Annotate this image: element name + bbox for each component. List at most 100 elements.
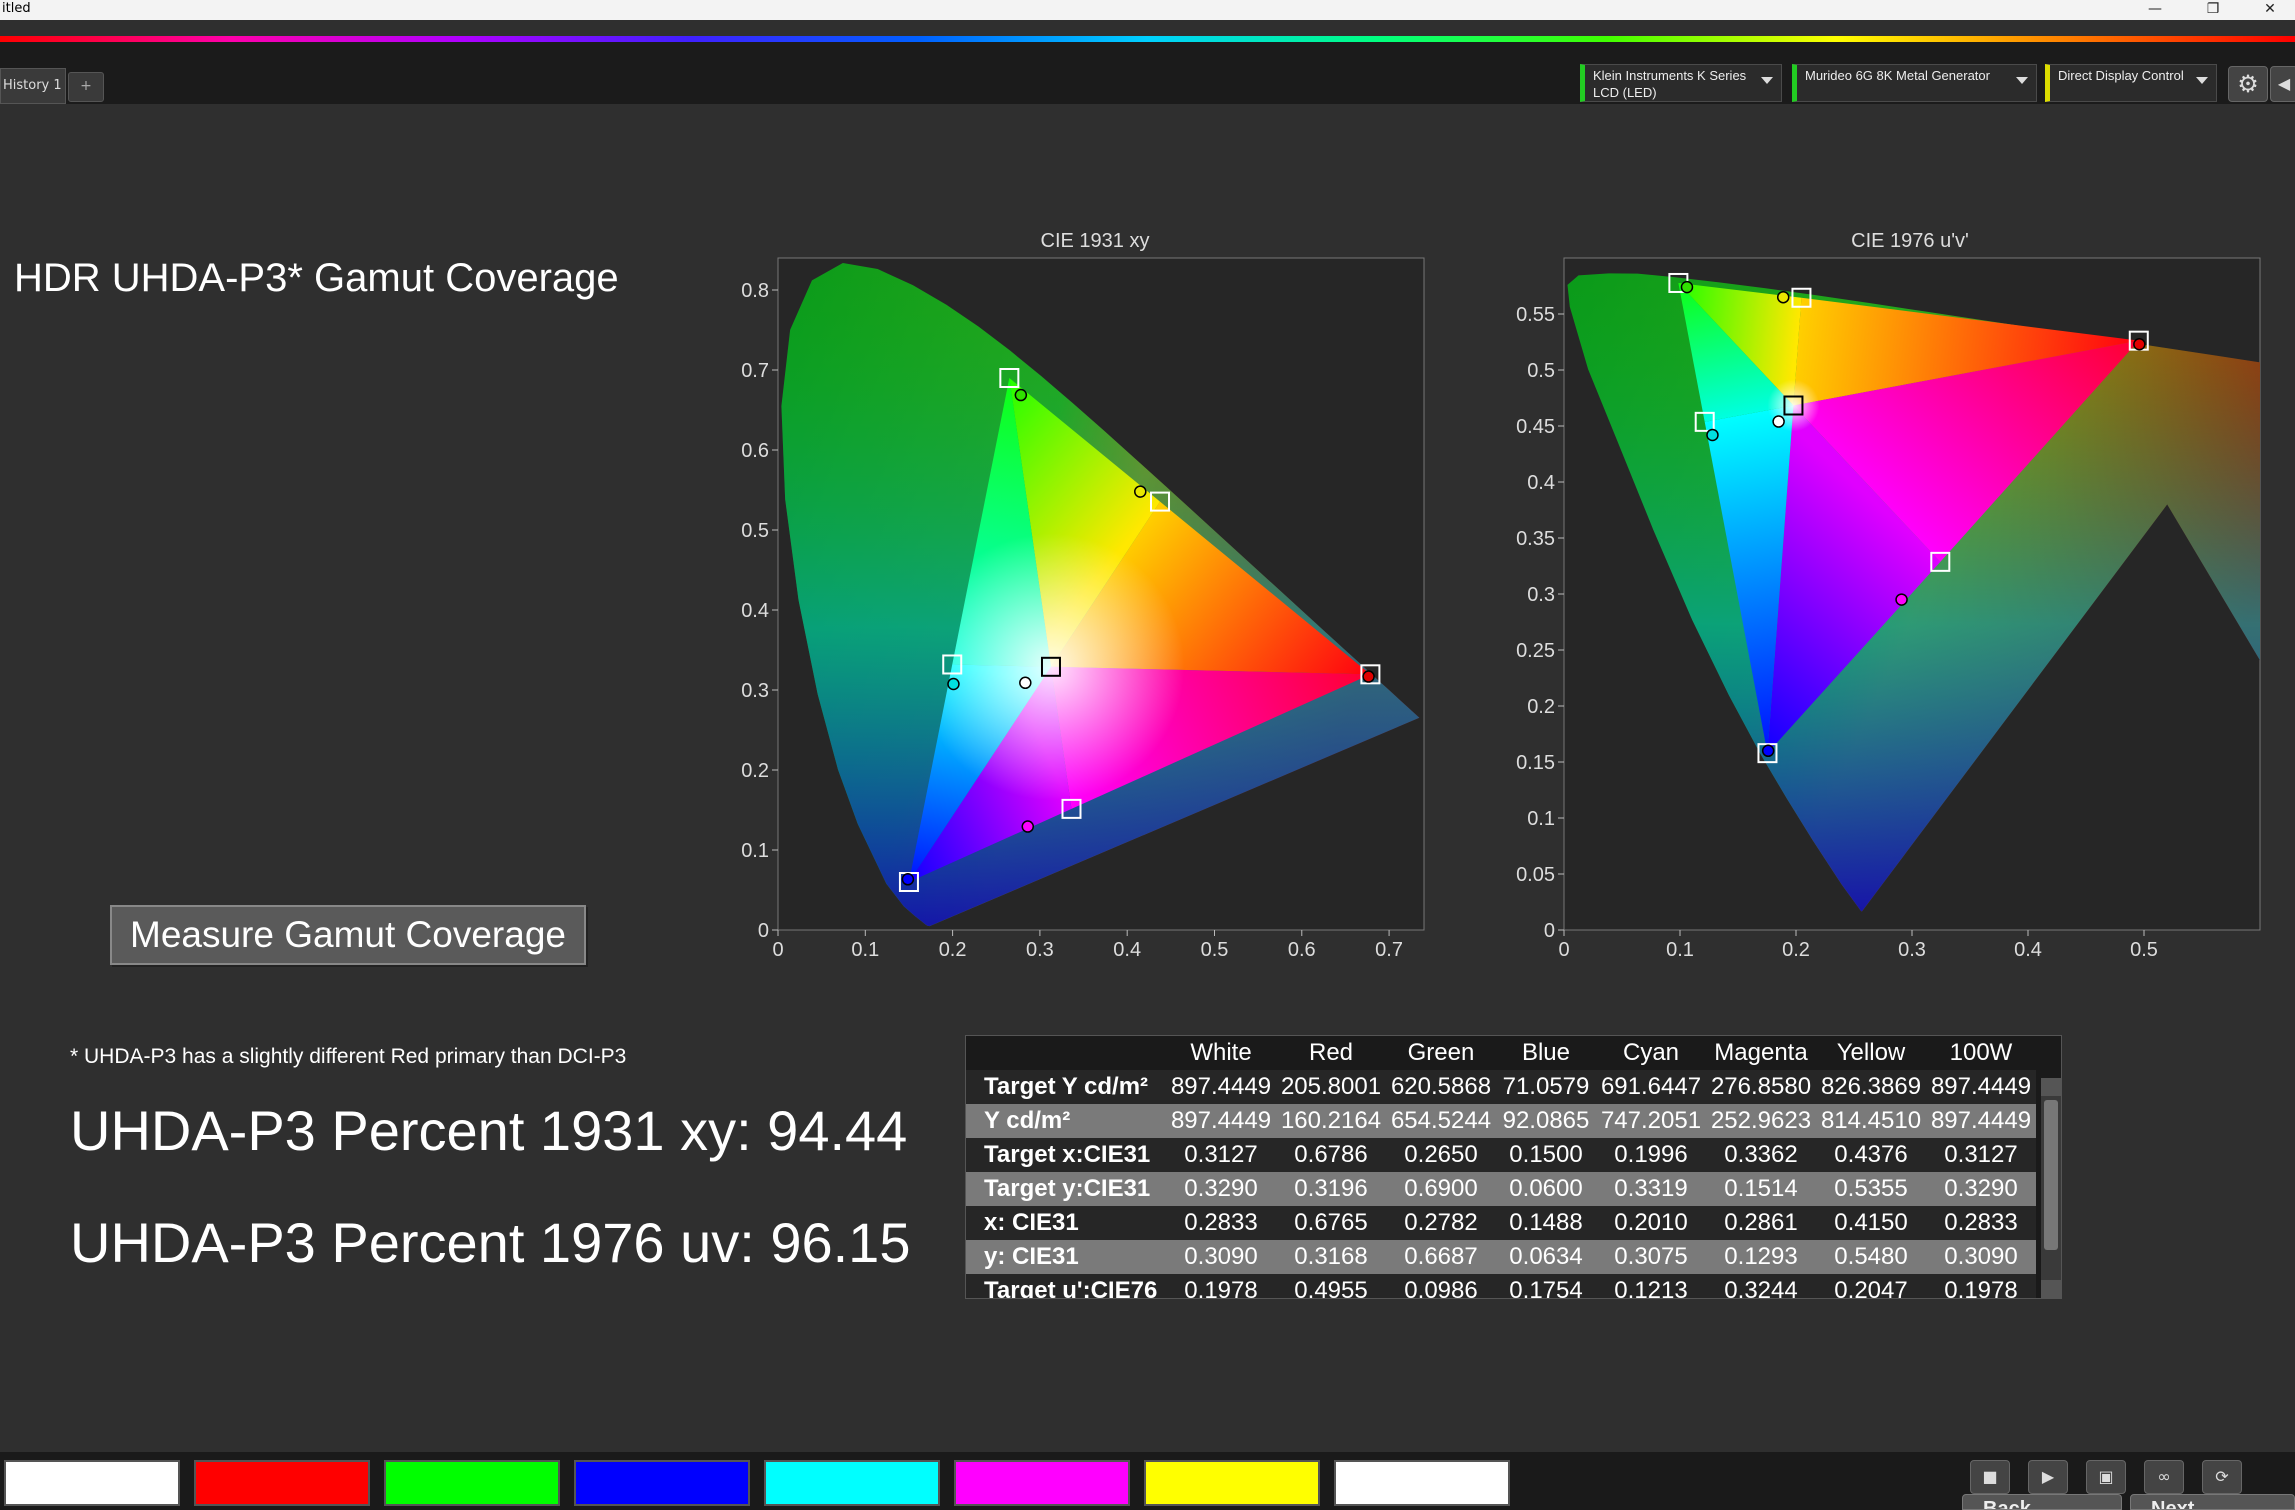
- gear-icon[interactable]: ⚙: [2228, 66, 2268, 102]
- column-header: Green: [1407, 1039, 1475, 1066]
- patch-white[interactable]: [4, 1460, 180, 1506]
- table-cell: 0.1293: [1706, 1240, 1816, 1274]
- table-cell: 0.1978: [1166, 1274, 1276, 1298]
- y-tick-label: 0.8: [741, 280, 769, 302]
- table-cell: 0.3090: [1926, 1240, 2036, 1274]
- scrollbar-thumb[interactable]: [2044, 1100, 2058, 1250]
- x-tick-label: 0.3: [1898, 939, 1926, 961]
- table-cell: 276.8580: [1706, 1070, 1816, 1104]
- table-cell: 0.0986: [1386, 1274, 1496, 1298]
- scroll-up-icon[interactable]: [2041, 1078, 2061, 1096]
- table-cell: 0.0600: [1496, 1172, 1596, 1206]
- next-button[interactable]: Next: [2130, 1494, 2295, 1510]
- column-header: Magenta: [1714, 1039, 1808, 1066]
- measured-marker-green: [1680, 280, 1694, 294]
- measure-gamut-coverage-button[interactable]: Measure Gamut Coverage: [110, 905, 586, 965]
- y-tick-label: 0.7: [741, 360, 769, 382]
- table-row: Target x:CIE31 0.3127 0.6786 0.2650 0.1500 0.…: [966, 1138, 2036, 1172]
- table-cell: 252.9623: [1706, 1104, 1816, 1138]
- patch-green[interactable]: [384, 1460, 560, 1506]
- percent-1976-readout: UHDA-P3 Percent 1976 uv: 96.15: [70, 1211, 911, 1274]
- table-header-row: White Red Green Blue Cyan Magenta Yellow 100W: [966, 1036, 2036, 1070]
- measured-marker-white: [1019, 676, 1032, 690]
- patch-magenta[interactable]: [954, 1460, 1130, 1506]
- measured-marker-red: [1362, 670, 1375, 683]
- table-cell: 0.3362: [1706, 1138, 1816, 1172]
- sync-icon[interactable]: ⟳: [2202, 1460, 2242, 1494]
- y-tick-label: 0.15: [1516, 752, 1555, 774]
- measured-marker-magenta: [1895, 593, 1908, 606]
- table-row: x: CIE31 0.2833 0.6765 0.2782 0.1488 0.2010 0.…: [966, 1206, 2036, 1240]
- scroll-down-icon[interactable]: [2041, 1280, 2061, 1298]
- table-cell: 691.6447: [1596, 1070, 1706, 1104]
- chevron-down-icon: [2196, 77, 2208, 84]
- column-header: 100W: [1949, 1039, 2013, 1066]
- row-label: Target x:CIE31: [966, 1138, 1166, 1172]
- table-row: Target u':CIE76 0.1978 0.4955 0.0986 0.1754 0…: [966, 1274, 2036, 1298]
- close-button[interactable]: ✕: [2250, 0, 2290, 20]
- x-tick-label: 0.7: [1375, 939, 1403, 961]
- meter-selector[interactable]: Klein Instruments K Series LCD (LED): [1580, 64, 1782, 102]
- row-label: Target u':CIE76: [966, 1274, 1166, 1298]
- back-button[interactable]: Back: [1962, 1494, 2122, 1510]
- x-tick-label: 0.6: [1288, 939, 1316, 961]
- table-cell: 71.0579: [1496, 1070, 1596, 1104]
- table-cell: 0.2782: [1386, 1206, 1496, 1240]
- patch-yellow[interactable]: [1144, 1460, 1320, 1506]
- table-scrollbar[interactable]: [2041, 1078, 2061, 1298]
- x-tick-label: 0.2: [1782, 939, 1810, 961]
- table-row: Target y:CIE31 0.3290 0.3196 0.6900 0.0600 0.…: [966, 1172, 2036, 1206]
- row-label: Y cd/m²: [966, 1104, 1166, 1138]
- tab-history-1[interactable]: History 1: [0, 68, 66, 104]
- table-cell: 0.1500: [1496, 1138, 1596, 1172]
- loop-icon[interactable]: ∞: [2144, 1460, 2184, 1494]
- measured-marker-green: [1014, 388, 1028, 402]
- x-tick-label: 0.4: [2014, 939, 2042, 961]
- table-cell: 620.5868: [1386, 1070, 1496, 1104]
- y-tick-label: 0.1: [1527, 808, 1555, 830]
- x-tick-label: 0.4: [1113, 939, 1141, 961]
- table-cell: 0.2047: [1816, 1274, 1926, 1298]
- table-row: y: CIE31 0.3090 0.3168 0.6687 0.0634 0.3075 0.…: [966, 1240, 2036, 1274]
- table-cell: 0.1754: [1496, 1274, 1596, 1298]
- patch-blue[interactable]: [574, 1460, 750, 1506]
- table-cell: 0.3168: [1276, 1240, 1386, 1274]
- x-tick-label: 0.2: [939, 939, 967, 961]
- y-tick-label: 0.1: [741, 840, 769, 862]
- window-title: itled: [2, 1, 31, 16]
- table-cell: 0.0634: [1496, 1240, 1596, 1274]
- y-tick-label: 0.25: [1516, 640, 1555, 662]
- y-tick-label: 0.6: [741, 440, 769, 462]
- display-control-selector-label: Direct Display Control: [2058, 68, 2184, 83]
- table-cell: 0.4376: [1816, 1138, 1926, 1172]
- arrow-left-icon[interactable]: ◀: [2270, 66, 2295, 102]
- minimize-button[interactable]: —: [2135, 0, 2175, 20]
- play-icon[interactable]: ▶: [2028, 1460, 2068, 1494]
- add-tab-button[interactable]: +: [68, 72, 104, 102]
- patch-100w[interactable]: [1334, 1460, 1510, 1506]
- column-header: [966, 1036, 1166, 1070]
- y-tick-label: 0.3: [1527, 584, 1555, 606]
- table-cell: 0.3319: [1596, 1172, 1706, 1206]
- patch-red[interactable]: [194, 1460, 370, 1506]
- restore-button[interactable]: ❐: [2193, 0, 2233, 20]
- display-control-selector[interactable]: Direct Display Control: [2045, 64, 2217, 102]
- stop-icon[interactable]: ■: [1970, 1460, 2010, 1494]
- table-cell: 897.4449: [1166, 1104, 1276, 1138]
- table-cell: 747.2051: [1596, 1104, 1706, 1138]
- table-cell: 0.1514: [1706, 1172, 1816, 1206]
- x-tick-label: 0: [772, 939, 783, 961]
- table-cell: 0.3196: [1276, 1172, 1386, 1206]
- y-tick-label: 0: [758, 920, 769, 942]
- save-icon[interactable]: ▣: [2086, 1460, 2126, 1494]
- measured-marker-blue: [901, 873, 915, 886]
- y-tick-label: 0.4: [1527, 472, 1555, 494]
- y-tick-label: 0.5: [741, 520, 769, 542]
- table-cell: 0.3244: [1706, 1274, 1816, 1298]
- table-cell: 0.3090: [1166, 1240, 1276, 1274]
- generator-selector[interactable]: Murideo 6G 8K Metal Generator: [1792, 64, 2037, 102]
- patch-cyan[interactable]: [764, 1460, 940, 1506]
- table-cell: 0.4150: [1816, 1206, 1926, 1240]
- row-label: Target Y cd/m²: [966, 1070, 1166, 1104]
- cie1976-chart: 0 0.1 0.2 0.3 0.4 0.5 0 0.05 0.1 0.15 0.2 0.25 0.3 0.…: [1516, 257, 2261, 961]
